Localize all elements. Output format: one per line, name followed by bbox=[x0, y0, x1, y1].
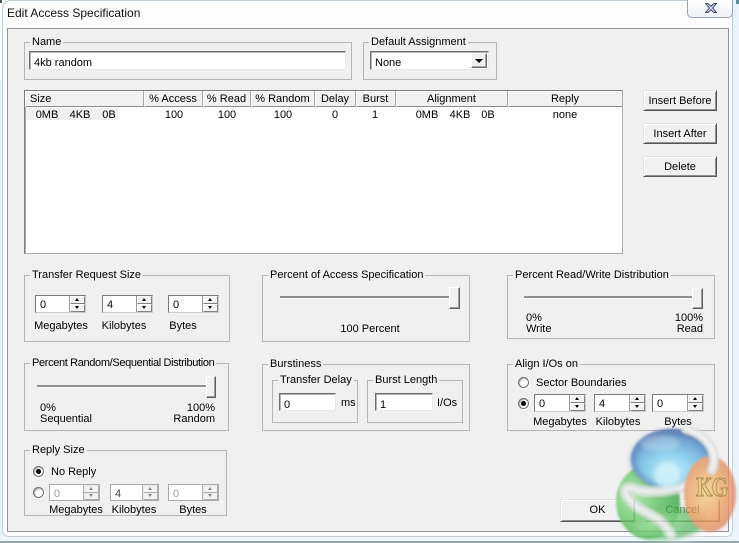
svg-text:KG: KG bbox=[696, 473, 728, 503]
